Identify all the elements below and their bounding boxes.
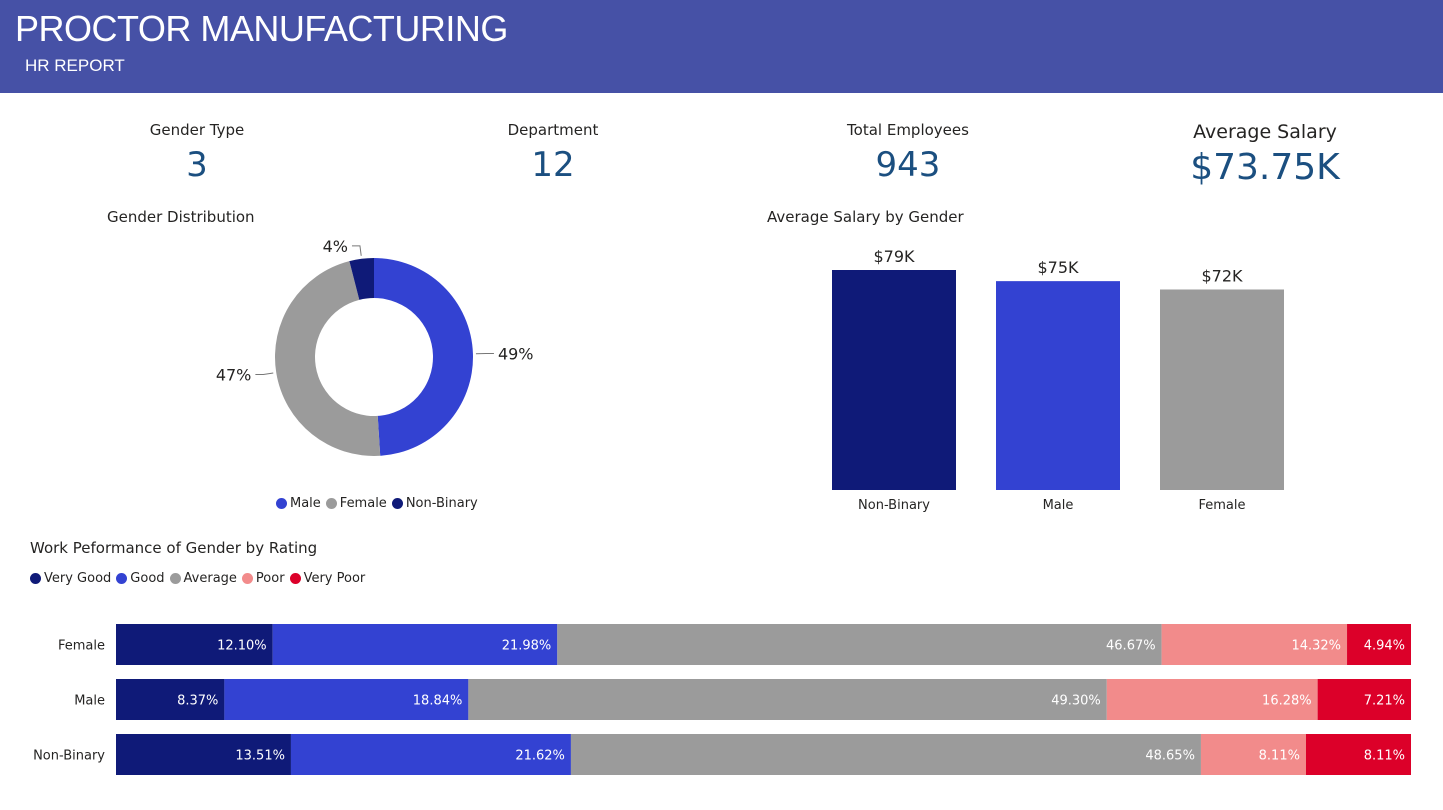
- donut-data-label: 47%: [216, 366, 252, 385]
- kpi-label: Total Employees: [847, 121, 969, 139]
- kpi-gender-type: Gender Type 3: [97, 121, 297, 185]
- kpi-label: Department: [507, 121, 599, 139]
- salary-bar-male[interactable]: [996, 281, 1120, 490]
- legend-item-good[interactable]: Good: [116, 571, 165, 586]
- legend-label: Good: [130, 571, 165, 586]
- salary-category-label: Male: [1043, 498, 1074, 513]
- performance-data-label: 8.11%: [1364, 749, 1405, 764]
- legend-dot-icon: [116, 573, 128, 584]
- legend-dot-icon: [30, 573, 41, 584]
- performance-data-label: 46.67%: [1106, 639, 1156, 654]
- legend-label: Average: [183, 571, 237, 586]
- legend-label: Male: [290, 496, 321, 511]
- performance-legend: Very Good Good Average Poor Very Poor: [30, 571, 370, 586]
- legend-dot-icon: [169, 573, 181, 584]
- performance-segment-female-average[interactable]: [557, 624, 1162, 665]
- performance-category-label: Male: [74, 694, 105, 709]
- legend-dot-icon: [276, 498, 287, 509]
- kpi-value: 3: [186, 145, 208, 185]
- performance-data-label: 49.30%: [1051, 694, 1101, 709]
- performance-data-label: 14.32%: [1291, 639, 1341, 654]
- salary-bar-female[interactable]: [1160, 289, 1284, 490]
- legend-dot-icon: [325, 498, 337, 509]
- performance-data-label: 12.10%: [217, 639, 267, 654]
- performance-data-label: 21.98%: [502, 639, 552, 654]
- salary-bar-chart: $79K Non-Binary $75K Male $72K Female: [832, 247, 1284, 513]
- gender-donut-chart: 49% 47% 4%: [216, 237, 534, 456]
- report-subtitle: HR REPORT: [25, 56, 125, 75]
- performance-chart-title: Work Peformance of Gender by Rating: [30, 539, 318, 557]
- legend-item-female[interactable]: Female: [325, 496, 387, 511]
- salary-data-label: $72K: [1201, 266, 1243, 285]
- donut-leader-line: [255, 372, 274, 376]
- donut-leader-line: [351, 245, 362, 256]
- performance-data-label: 4.94%: [1364, 639, 1405, 654]
- legend-dot-icon: [391, 498, 403, 509]
- kpi-average-salary: Average Salary $73.75K: [1150, 121, 1380, 188]
- report-header: PROCTOR MANUFACTURING HR REPORT: [0, 0, 1443, 93]
- performance-segment-non-binary-average[interactable]: [570, 734, 1201, 775]
- salary-chart-title: Average Salary by Gender: [767, 208, 964, 226]
- legend-item-poor[interactable]: Poor: [241, 571, 285, 586]
- salary-bar-non-binary[interactable]: [832, 270, 956, 490]
- kpi-value: $73.75K: [1190, 147, 1340, 188]
- performance-data-label: 8.11%: [1259, 749, 1300, 764]
- legend-label: Non-Binary: [405, 496, 478, 511]
- legend-label: Very Poor: [303, 571, 366, 586]
- kpi-label: Average Salary: [1193, 121, 1337, 143]
- performance-segment-male-average[interactable]: [468, 679, 1107, 720]
- legend-item-very-good[interactable]: Very Good: [30, 571, 111, 586]
- kpi-total-employees: Total Employees 943: [808, 121, 1008, 185]
- performance-category-label: Female: [58, 639, 105, 654]
- salary-category-label: Non-Binary: [858, 498, 930, 513]
- performance-category-label: Non-Binary: [33, 749, 105, 764]
- legend-label: Very Good: [44, 571, 112, 586]
- kpi-department: Department 12: [453, 121, 653, 185]
- kpi-value: 12: [531, 145, 575, 185]
- legend-label: Poor: [255, 571, 285, 586]
- report-title: PROCTOR MANUFACTURING: [15, 8, 508, 49]
- legend-item-average[interactable]: Average: [169, 571, 237, 586]
- donut-data-label: 49%: [498, 344, 534, 363]
- performance-data-label: 48.65%: [1145, 749, 1195, 764]
- salary-data-label: $79K: [873, 247, 915, 266]
- legend-item-very-poor[interactable]: Very Poor: [289, 571, 366, 586]
- donut-legend: Male Female Non-Binary: [276, 496, 483, 511]
- legend-dot-icon: [289, 573, 301, 584]
- legend-dot-icon: [241, 573, 253, 584]
- salary-data-label: $75K: [1037, 258, 1079, 277]
- legend-item-male[interactable]: Male: [276, 496, 321, 511]
- legend-item-non-binary[interactable]: Non-Binary: [391, 496, 478, 511]
- donut-data-label: 4%: [323, 237, 348, 256]
- donut-chart-title: Gender Distribution: [107, 208, 255, 226]
- performance-data-label: 16.28%: [1262, 694, 1312, 709]
- performance-stacked-bar-chart: Female 12.10% 21.98% 46.67% 14.32% 4.94% Male 8…: [33, 624, 1411, 775]
- legend-label: Female: [339, 496, 387, 511]
- performance-data-label: 21.62%: [515, 749, 565, 764]
- performance-data-label: 18.84%: [413, 694, 463, 709]
- kpi-value: 943: [875, 145, 941, 185]
- donut-slice-male[interactable]: [374, 258, 473, 456]
- salary-category-label: Female: [1198, 498, 1245, 513]
- performance-data-label: 7.21%: [1364, 694, 1405, 709]
- performance-data-label: 13.51%: [235, 749, 285, 764]
- performance-data-label: 8.37%: [177, 694, 218, 709]
- kpi-label: Gender Type: [149, 121, 245, 139]
